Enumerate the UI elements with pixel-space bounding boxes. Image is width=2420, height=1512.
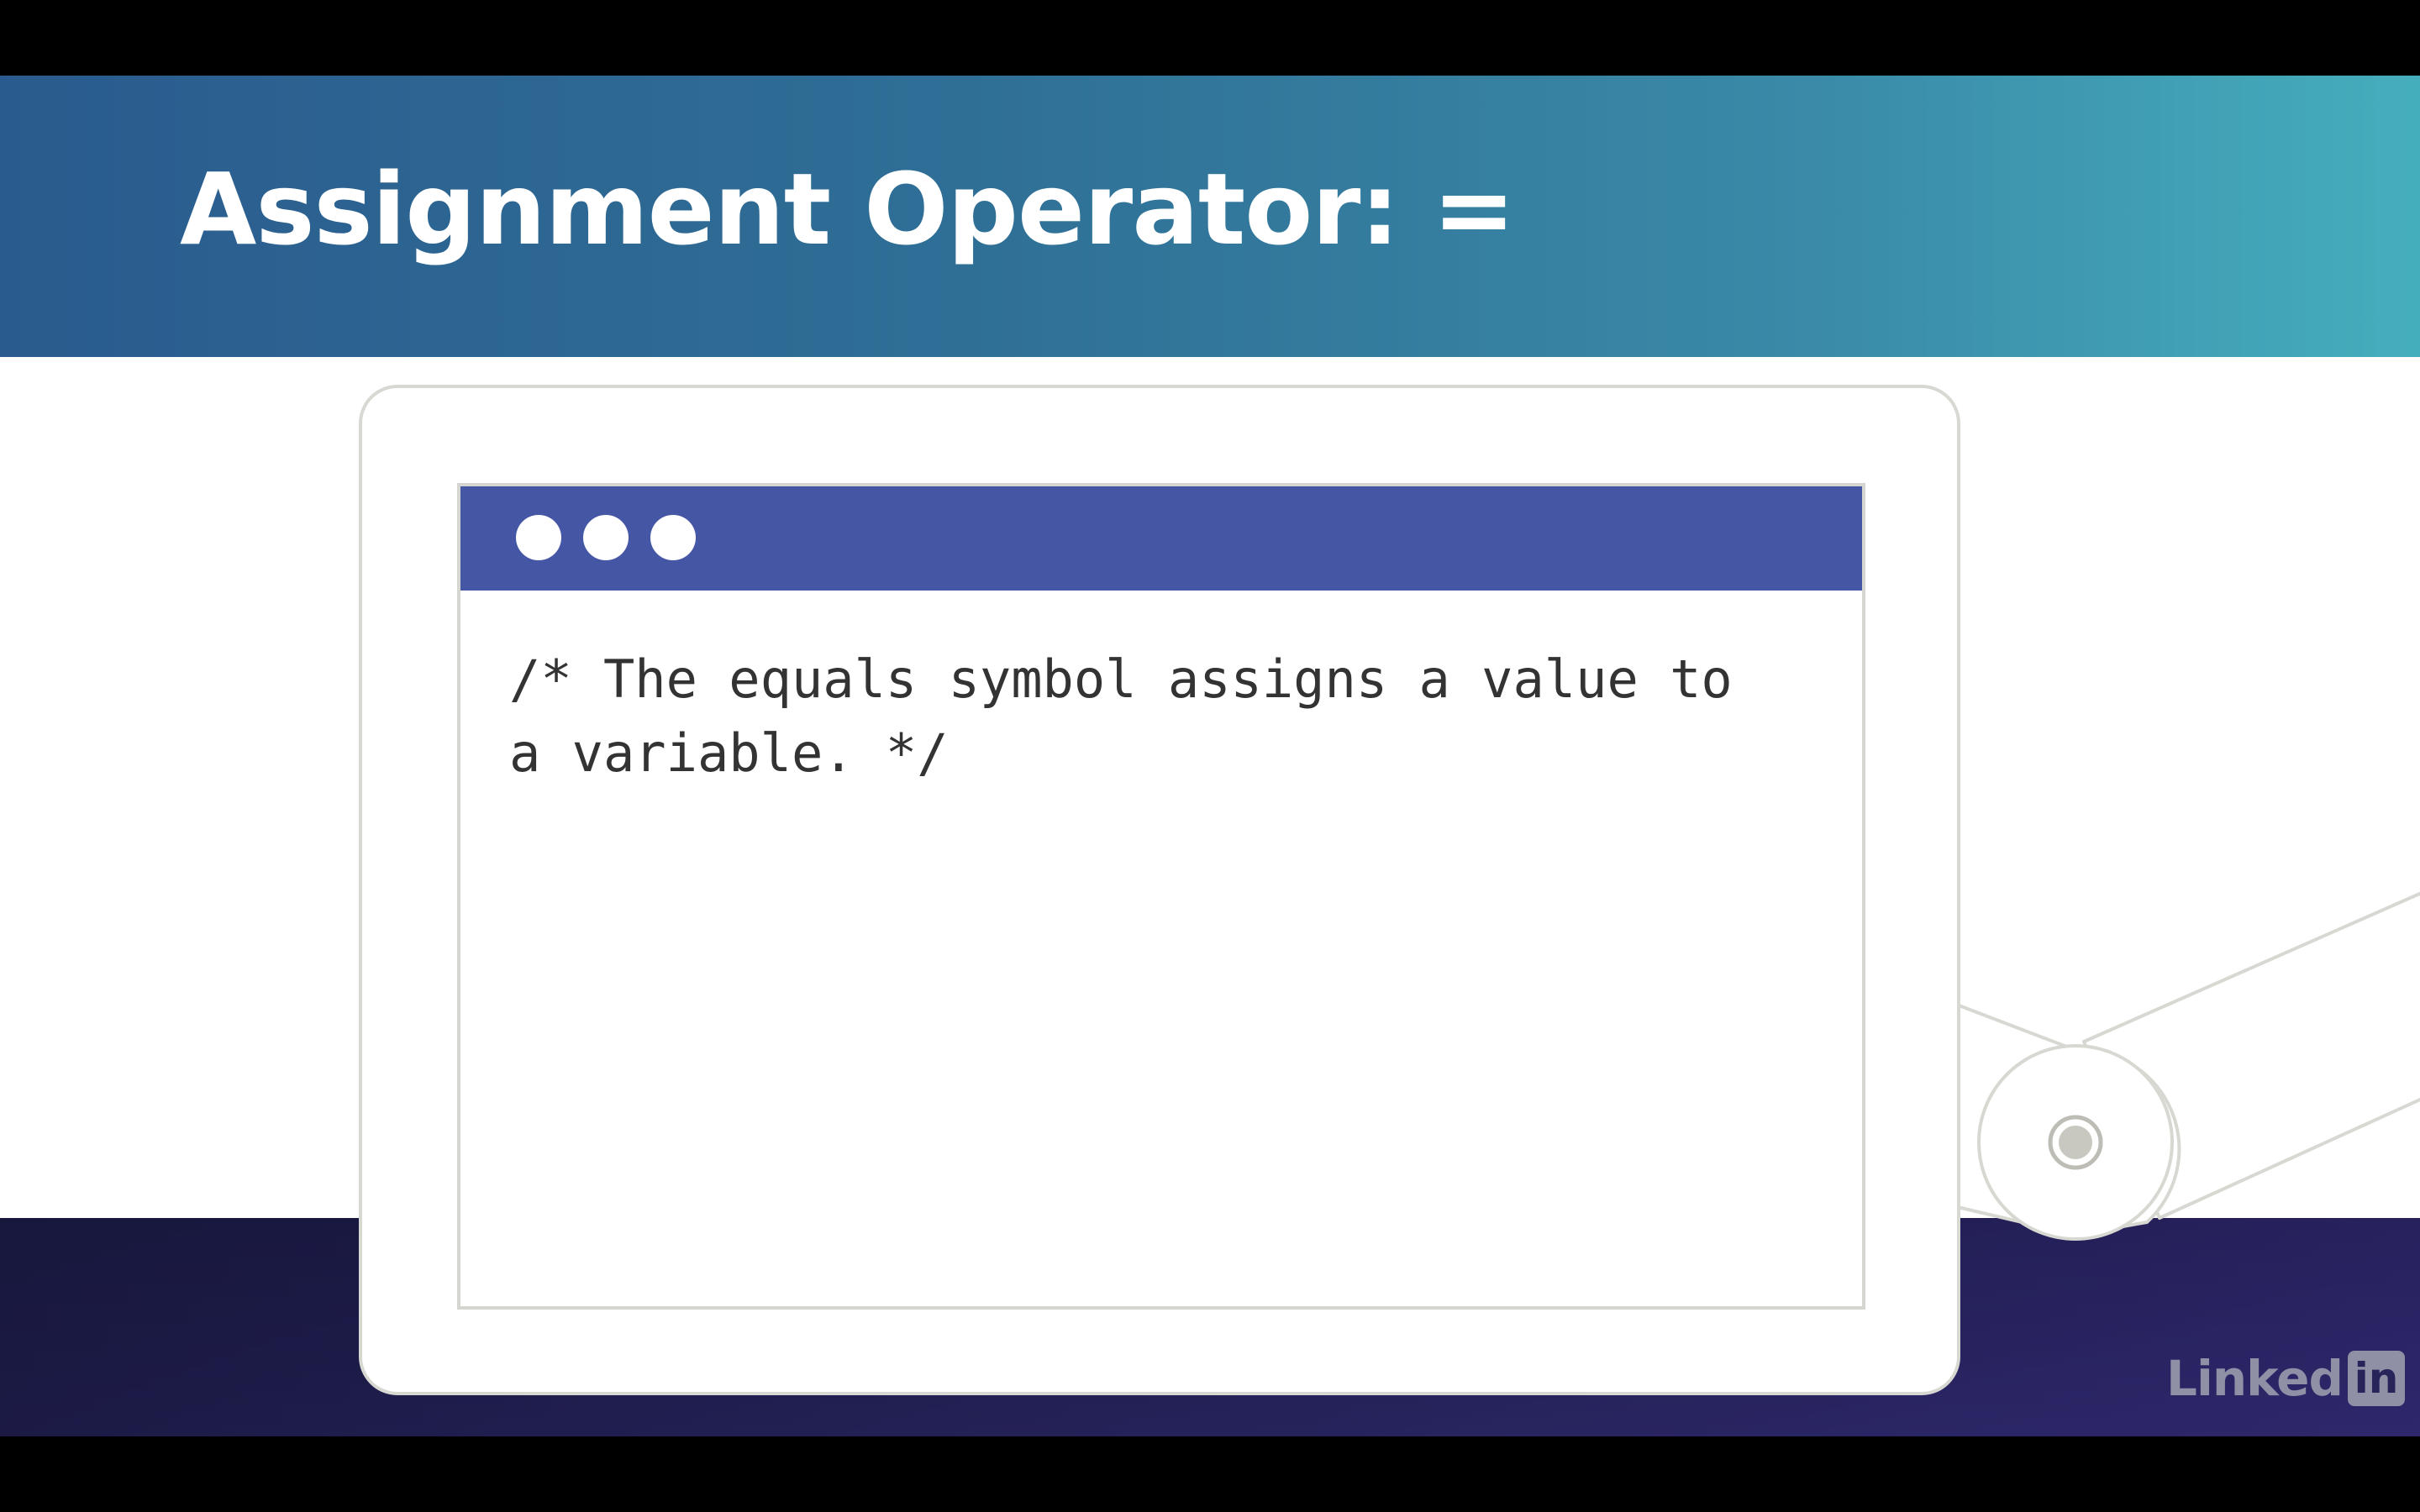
window-dot-icon [583,515,629,560]
code-line: a variable. */ [509,722,949,784]
video-frame: Assignment Operator: = /* The equals sym… [0,0,2420,1512]
slide: Assignment Operator: = /* The equals sym… [0,76,2420,1436]
code-window: /* The equals symbol assigns a value to … [457,483,1865,1310]
window-dot-icon [650,515,696,560]
linkedin-logo-icon: Linked in [2166,1351,2405,1406]
brand-text: Linked [2166,1350,2344,1407]
window-title-bar [460,486,1862,591]
brand-box: in [2348,1351,2405,1406]
window-dot-icon [516,515,561,560]
code-line: /* The equals symbol assigns a value to [509,648,1733,710]
code-block: /* The equals symbol assigns a value to … [509,643,1820,790]
